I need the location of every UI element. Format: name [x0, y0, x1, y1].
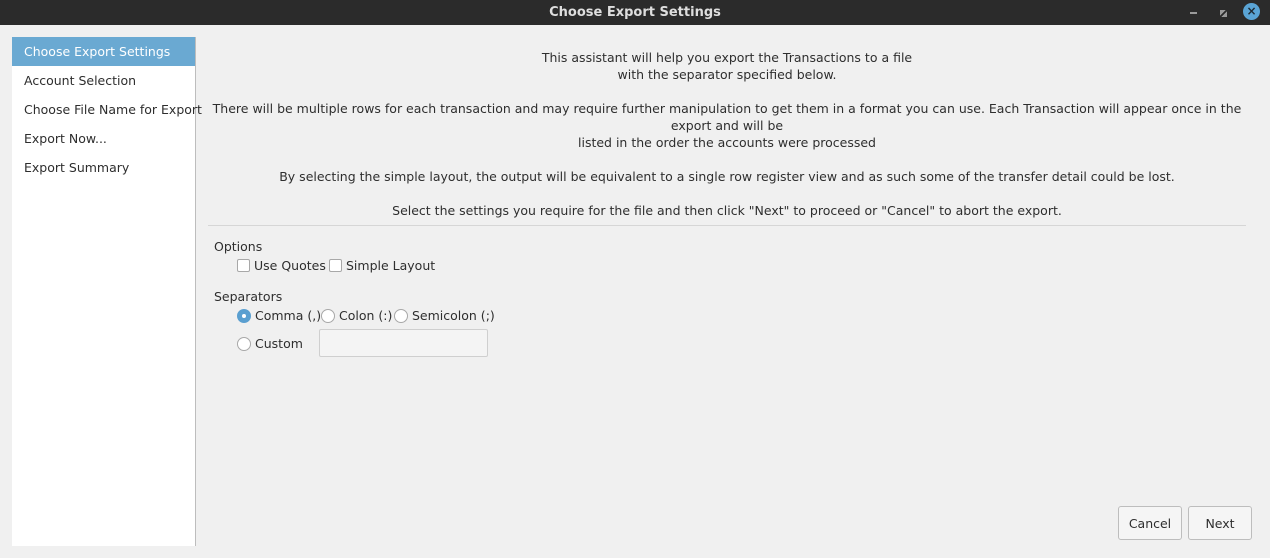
next-button[interactable]: Next: [1188, 506, 1252, 540]
radio-button[interactable]: [237, 336, 251, 351]
sidebar-item-account-selection[interactable]: Account Selection: [12, 66, 195, 95]
radio-button[interactable]: [321, 308, 335, 323]
intro-p1-line2: with the separator specified below.: [617, 67, 837, 82]
custom-separator-input[interactable]: [319, 329, 488, 357]
intro-paragraph-4: Select the settings you require for the …: [392, 203, 1062, 218]
sidebar-item-choose-file-name[interactable]: Choose File Name for Export: [12, 95, 202, 124]
maximize-button[interactable]: [1214, 4, 1232, 22]
intro-text: This assistant will help you export the …: [208, 49, 1246, 236]
use-quotes-label: Use Quotes: [254, 258, 326, 273]
checkbox-box[interactable]: [329, 259, 342, 272]
sidebar-item-export-summary[interactable]: Export Summary: [12, 153, 195, 182]
sidebar-item-choose-export-settings[interactable]: Choose Export Settings: [12, 37, 195, 66]
window-title: Choose Export Settings: [549, 5, 721, 20]
checkbox-box[interactable]: [237, 259, 250, 272]
simple-layout-checkbox[interactable]: Simple Layout: [329, 258, 435, 273]
intro-p2-line2: listed in the order the accounts were pr…: [578, 135, 876, 150]
close-icon: ×: [1246, 4, 1257, 18]
intro-paragraph-2: There will be multiple rows for each tra…: [208, 100, 1246, 151]
title-bar: Choose Export Settings ×: [0, 0, 1270, 25]
cancel-button[interactable]: Cancel: [1118, 506, 1182, 540]
colon-radio[interactable]: Colon (:): [321, 308, 392, 323]
intro-p1-line1: This assistant will help you export the …: [541, 50, 913, 65]
radio-button[interactable]: [237, 308, 251, 323]
separators-label: Separators: [214, 289, 283, 304]
semicolon-radio[interactable]: Semicolon (;): [394, 308, 495, 323]
intro-paragraph-3: By selecting the simple layout, the outp…: [279, 169, 1175, 184]
sidebar-item-export-now[interactable]: Export Now...: [12, 124, 195, 153]
minimize-button[interactable]: [1184, 4, 1202, 22]
separator-line: [208, 225, 1246, 226]
intro-p2-line1: There will be multiple rows for each tra…: [212, 101, 1242, 133]
intro-paragraph-1: This assistant will help you export the …: [208, 49, 1246, 83]
use-quotes-checkbox[interactable]: Use Quotes: [237, 258, 326, 273]
assistant-steps-sidebar: Choose Export Settings Account Selection…: [12, 37, 202, 546]
close-button[interactable]: ×: [1243, 3, 1260, 20]
custom-radio[interactable]: Custom: [237, 336, 303, 351]
maximize-icon: [1219, 9, 1227, 17]
colon-label: Colon (:): [339, 308, 393, 323]
semicolon-label: Semicolon (;): [412, 308, 495, 323]
radio-button[interactable]: [394, 308, 408, 323]
options-label: Options: [214, 239, 263, 254]
comma-radio[interactable]: Comma (,): [237, 308, 321, 323]
comma-label: Comma (,): [255, 308, 322, 323]
simple-layout-label: Simple Layout: [346, 258, 436, 273]
custom-label: Custom: [255, 336, 303, 351]
minimize-icon: [1189, 12, 1197, 14]
